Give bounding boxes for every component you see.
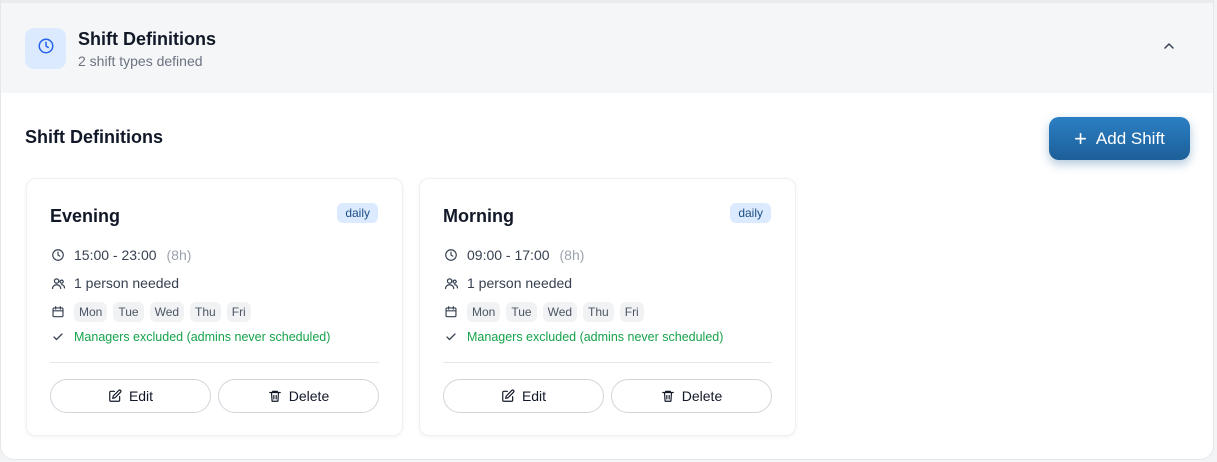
shift-card-evening: Evening daily 15:00 - 23:00 (8h) 1 perso… <box>26 178 403 436</box>
note-row: Managers excluded (admins never schedule… <box>50 329 330 345</box>
edit-button[interactable]: Edit <box>50 379 211 413</box>
shift-name: Morning <box>443 206 514 226</box>
days-row: Mon Tue Wed Thu Fri <box>443 302 650 322</box>
check-icon <box>443 329 459 345</box>
day-chip: Fri <box>619 302 644 322</box>
delete-button[interactable]: Delete <box>611 379 772 413</box>
clock-icon <box>443 247 459 263</box>
trash-icon <box>661 389 675 403</box>
shift-definitions-panel: Shift Definitions 2 shift types defined … <box>0 0 1214 460</box>
shift-time: 15:00 - 23:00 <box>74 247 157 263</box>
shift-time-row: 09:00 - 17:00 (8h) <box>443 247 584 263</box>
calendar-icon <box>50 304 66 320</box>
shift-name: Evening <box>50 206 121 226</box>
collapse-button[interactable] <box>1159 38 1179 58</box>
edit-label: Edit <box>128 388 154 404</box>
day-chip: Wed <box>542 302 578 322</box>
shift-time: 09:00 - 17:00 <box>467 247 550 263</box>
add-shift-label: Add Shift <box>1095 128 1165 148</box>
edit-label: Edit <box>521 388 547 404</box>
day-chip: Fri <box>226 302 251 322</box>
managers-excluded-note: Managers excluded (admins never schedule… <box>467 330 724 344</box>
calendar-icon <box>443 304 459 320</box>
day-chip: Thu <box>583 302 614 322</box>
frequency-badge: daily <box>730 203 771 223</box>
trash-icon <box>268 389 282 403</box>
day-chip: Wed <box>149 302 185 322</box>
plus-icon: + <box>1074 125 1087 151</box>
note-row: Managers excluded (admins never schedule… <box>443 329 723 345</box>
users-icon <box>443 275 459 291</box>
delete-button[interactable]: Delete <box>218 379 379 413</box>
delete-label: Delete <box>288 388 330 404</box>
check-icon <box>50 329 66 345</box>
clock-icon <box>50 247 66 263</box>
add-shift-button[interactable]: + Add Shift <box>1049 117 1190 160</box>
people-needed: 1 person needed <box>467 275 573 291</box>
people-row: 1 person needed <box>443 275 572 291</box>
day-chip: Thu <box>190 302 221 322</box>
frequency-badge: daily <box>337 203 378 223</box>
chevron-up-icon <box>1161 38 1177 59</box>
clock-icon <box>37 37 55 60</box>
accordion-header[interactable]: Shift Definitions 2 shift types defined <box>1 0 1213 93</box>
edit-button[interactable]: Edit <box>443 379 604 413</box>
days-row: Mon Tue Wed Thu Fri <box>50 302 257 322</box>
header-icon-container <box>25 27 66 69</box>
people-row: 1 person needed <box>50 275 179 291</box>
day-chip: Mon <box>467 302 501 322</box>
accordion-title: Shift Definitions <box>78 28 216 49</box>
edit-icon <box>501 389 515 403</box>
day-chip: Mon <box>74 302 108 322</box>
people-needed: 1 person needed <box>74 275 180 291</box>
edit-icon <box>108 389 122 403</box>
delete-label: Delete <box>681 388 723 404</box>
shift-card-morning: Morning daily 09:00 - 17:00 (8h) 1 perso… <box>419 178 796 436</box>
section-title: Shift Definitions <box>25 127 163 147</box>
shift-time-row: 15:00 - 23:00 (8h) <box>50 247 191 263</box>
users-icon <box>50 275 66 291</box>
accordion-subtitle: 2 shift types defined <box>78 52 203 69</box>
day-chip: Tue <box>113 302 144 322</box>
card-divider <box>50 362 379 363</box>
day-chip: Tue <box>506 302 537 322</box>
card-divider <box>443 362 772 363</box>
managers-excluded-note: Managers excluded (admins never schedule… <box>74 330 331 344</box>
shift-hours: (8h) <box>166 247 192 263</box>
shift-hours: (8h) <box>559 247 585 263</box>
